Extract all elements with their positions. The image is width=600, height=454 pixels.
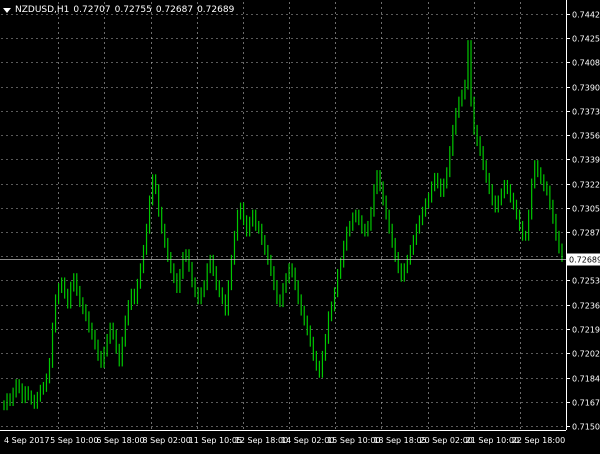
x-tick-label: 8 Sep 02:00 xyxy=(143,436,191,445)
chart-window[interactable]: 0.74420 0.74250 0.74080 0.73905 0.73735 0.735… xyxy=(0,0,600,450)
x-tick-label: 6 Sep 18:00 xyxy=(96,436,144,445)
ohlc-low: 0.72687 xyxy=(155,5,194,15)
y-tick-label: 0.71505 xyxy=(572,423,600,432)
y-tick-label: 0.73390 xyxy=(572,156,600,165)
y-tick-label: 0.74080 xyxy=(572,59,600,68)
y-tick-label: 0.72875 xyxy=(572,229,600,238)
y-tick-label: 0.73050 xyxy=(572,205,600,214)
ohlc-open: 0.72707 xyxy=(73,5,111,15)
y-tick-label: 0.73220 xyxy=(572,181,600,190)
y-tick-label: 0.74420 xyxy=(572,11,600,20)
y-tick-label: 0.72190 xyxy=(572,326,600,335)
x-tick-label: 22 Sep 18:00 xyxy=(512,436,565,445)
ohlc-close: 0.72689 xyxy=(197,5,235,15)
y-tick-label: 0.72360 xyxy=(572,302,600,311)
y-tick-label: 0.73905 xyxy=(572,84,600,93)
y-tick-label: 0.72535 xyxy=(572,277,600,286)
ohlc-high: 0.72755 xyxy=(114,5,152,15)
x-tick-label: 4 Sep 2017 xyxy=(4,436,50,445)
y-tick-label: 0.71675 xyxy=(572,399,600,408)
y-tick-label: 0.71845 xyxy=(572,375,600,384)
y-tick-label: 0.73565 xyxy=(572,132,600,141)
symbol-label: NZDUSD,H1 xyxy=(15,5,70,15)
chart-menu-triangle-icon[interactable] xyxy=(3,7,11,13)
price-chart[interactable]: 0.74420 0.74250 0.74080 0.73905 0.73735 0.735… xyxy=(0,0,600,450)
bid-label: 0.72689 xyxy=(569,256,600,265)
x-tick-label: 5 Sep 10:00 xyxy=(50,436,98,445)
y-tick-label: 0.73735 xyxy=(572,108,600,117)
y-tick-label: 0.72020 xyxy=(572,350,600,359)
chart-header: NZDUSD,H1 0.72707 0.72755 0.72687 0.7268… xyxy=(3,3,238,17)
y-tick-label: 0.74250 xyxy=(572,35,600,44)
